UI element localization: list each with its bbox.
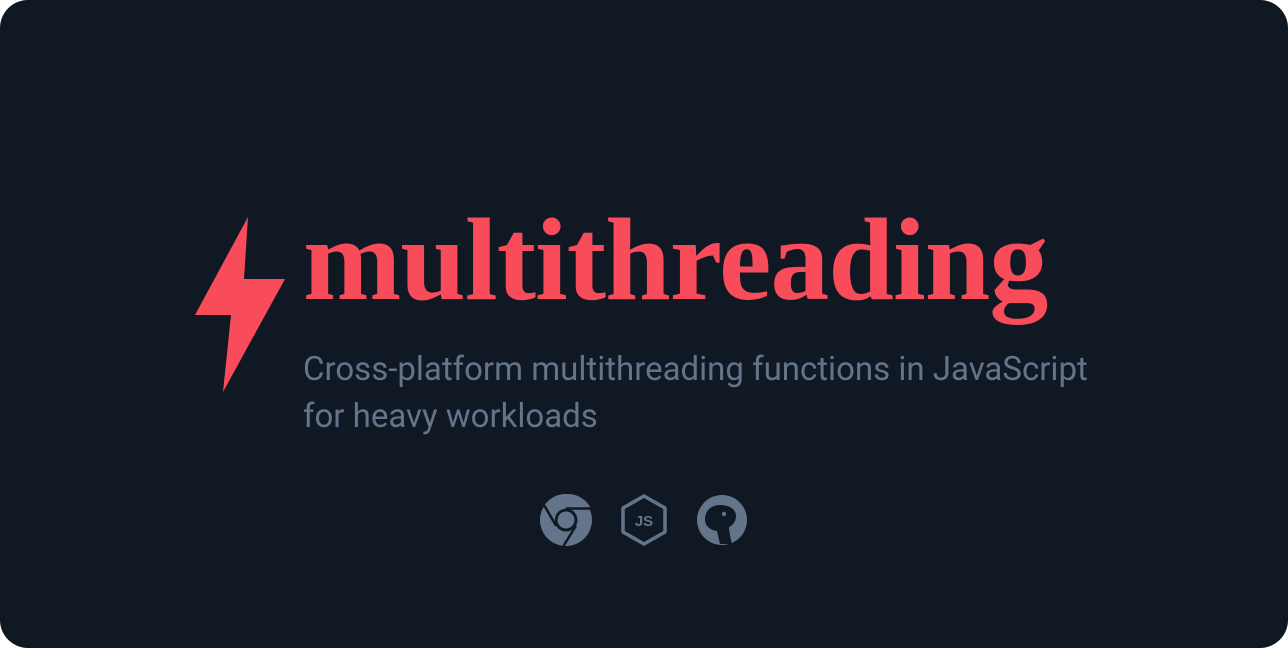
text-column: multithreading Cross-platform multithrea… bbox=[303, 207, 1093, 441]
svg-text:JS: JS bbox=[635, 513, 653, 530]
deno-icon bbox=[696, 494, 748, 546]
platforms-row: JS bbox=[540, 494, 748, 546]
project-title: multithreading bbox=[303, 201, 1093, 319]
chrome-icon bbox=[540, 494, 592, 546]
lightning-bolt-icon bbox=[195, 217, 285, 392]
nodejs-icon: JS bbox=[618, 494, 670, 546]
project-subtitle: Cross-platform multithreading functions … bbox=[303, 347, 1093, 441]
hero-row: multithreading Cross-platform multithrea… bbox=[195, 207, 1093, 441]
hero-card: multithreading Cross-platform multithrea… bbox=[0, 0, 1288, 648]
